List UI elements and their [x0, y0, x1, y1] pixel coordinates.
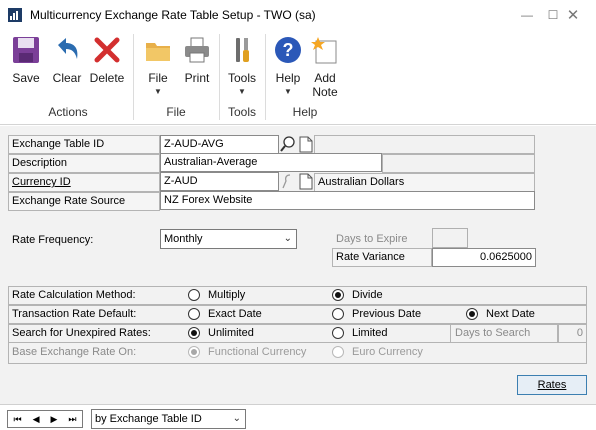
first-record-icon[interactable]: ⏮	[13, 414, 21, 425]
save-icon	[9, 33, 43, 67]
chevron-down-icon: ⌄	[232, 413, 241, 424]
exchange-rate-source-label: Exchange Rate Source	[8, 192, 160, 211]
status-bar: ⏮ ◀ ▶ ⏭ by Exchange Table ID ⌄	[0, 404, 596, 430]
radio-button	[332, 308, 344, 320]
radio-button	[332, 346, 344, 358]
window-title: Multicurrency Exchange Rate Table Setup …	[30, 8, 316, 22]
help-menu-button[interactable]: ? Help ▼	[270, 33, 306, 111]
group-label-help: Help	[292, 105, 318, 119]
note-icon	[308, 33, 342, 67]
ribbon-divider	[265, 34, 266, 120]
transaction-rate-label: Transaction Rate Default:	[12, 308, 137, 320]
delete-icon	[90, 33, 124, 67]
file-menu-button[interactable]: File ▼	[140, 33, 176, 111]
radio-previous-date[interactable]: Previous Date	[332, 308, 421, 320]
record-navigator: ⏮ ◀ ▶ ⏭	[7, 410, 83, 428]
form-area: Exchange Table ID Z-AUD-AVG Description …	[0, 126, 596, 404]
lookup-icon[interactable]	[280, 172, 296, 191]
print-button[interactable]: Print	[179, 33, 215, 111]
ribbon-divider	[219, 34, 220, 120]
radio-button-selected	[188, 346, 200, 358]
row-filler	[314, 135, 535, 154]
radio-unlimited[interactable]: Unlimited	[188, 327, 254, 339]
app-icon	[8, 8, 22, 22]
radio-functional-currency: Functional Currency	[188, 346, 306, 358]
base-exchange-rate-label: Base Exchange Rate On:	[12, 346, 137, 358]
exchange-rate-source-field[interactable]: NZ Forex Website	[160, 191, 535, 210]
last-record-icon[interactable]: ⏭	[68, 414, 76, 425]
radio-button-selected	[188, 327, 200, 339]
rate-frequency-label: Rate Frequency:	[12, 234, 94, 246]
days-to-expire-field	[432, 228, 468, 248]
rate-frequency-select[interactable]: Monthly ⌄	[160, 229, 297, 249]
chevron-down-icon: ▼	[238, 87, 246, 96]
printer-icon	[180, 33, 214, 67]
note-icon[interactable]	[298, 172, 314, 191]
ribbon-divider	[133, 34, 134, 120]
clear-button[interactable]: Clear	[48, 33, 86, 111]
currency-id-field[interactable]: Z-AUD	[160, 172, 279, 191]
radio-button	[188, 289, 200, 301]
tools-menu-button[interactable]: Tools ▼	[223, 33, 261, 111]
chevron-down-icon: ▼	[284, 87, 292, 96]
description-field[interactable]: Australian-Average	[160, 153, 382, 172]
radio-button-selected	[332, 289, 344, 301]
rates-button[interactable]: Rates	[517, 375, 587, 395]
group-label-tools: Tools	[227, 105, 256, 119]
radio-button	[332, 327, 344, 339]
exchange-table-id-label: Exchange Table ID	[8, 135, 160, 154]
days-to-search-label: Days to Search	[450, 324, 558, 343]
radio-divide[interactable]: Divide	[332, 289, 383, 301]
radio-limited[interactable]: Limited	[332, 327, 387, 339]
previous-record-icon[interactable]: ◀	[33, 414, 40, 425]
title-bar: Multicurrency Exchange Rate Table Setup …	[0, 0, 596, 30]
svg-text:?: ?	[283, 40, 294, 60]
search-unexpired-label: Search for Unexpired Rates:	[12, 327, 151, 339]
radio-exact-date[interactable]: Exact Date	[188, 308, 262, 320]
rate-calculation-label: Rate Calculation Method:	[12, 289, 136, 301]
note-icon[interactable]	[298, 135, 314, 154]
clear-icon	[50, 33, 84, 67]
group-label-actions: Actions	[48, 105, 88, 119]
row-filler	[382, 154, 535, 173]
currency-description: Australian Dollars	[314, 173, 535, 192]
group-label-file: File	[166, 105, 186, 119]
exchange-table-id-field[interactable]: Z-AUD-AVG	[160, 135, 279, 154]
ribbon-toolbar: Save Clear Delete Actions File ▼ Print F…	[0, 30, 596, 125]
rate-variance-label: Rate Variance	[332, 248, 432, 267]
radio-button	[188, 308, 200, 320]
currency-id-label[interactable]: Currency ID	[8, 173, 160, 192]
delete-button[interactable]: Delete	[88, 33, 126, 111]
next-record-icon[interactable]: ▶	[50, 414, 57, 425]
lookup-icon[interactable]	[280, 135, 297, 154]
save-button[interactable]: Save	[8, 33, 44, 111]
add-note-button[interactable]: Add Note	[307, 33, 343, 111]
folder-icon	[141, 33, 175, 67]
radio-euro-currency: Euro Currency	[332, 346, 423, 358]
chevron-down-icon: ⌄	[283, 233, 292, 244]
close-icon[interactable]: ✕	[550, 0, 596, 30]
days-to-search-field: 0	[558, 324, 587, 343]
sort-by-select[interactable]: by Exchange Table ID ⌄	[91, 409, 246, 429]
radio-button-selected	[466, 308, 478, 320]
radio-next-date[interactable]: Next Date	[466, 308, 535, 320]
days-to-expire-label: Days to Expire	[336, 233, 408, 245]
help-icon: ?	[271, 33, 305, 67]
tools-icon	[225, 33, 259, 67]
rate-variance-field[interactable]: 0.0625000	[432, 248, 536, 267]
description-label: Description	[8, 154, 160, 173]
chevron-down-icon: ▼	[154, 87, 162, 96]
radio-multiply[interactable]: Multiply	[188, 289, 245, 301]
